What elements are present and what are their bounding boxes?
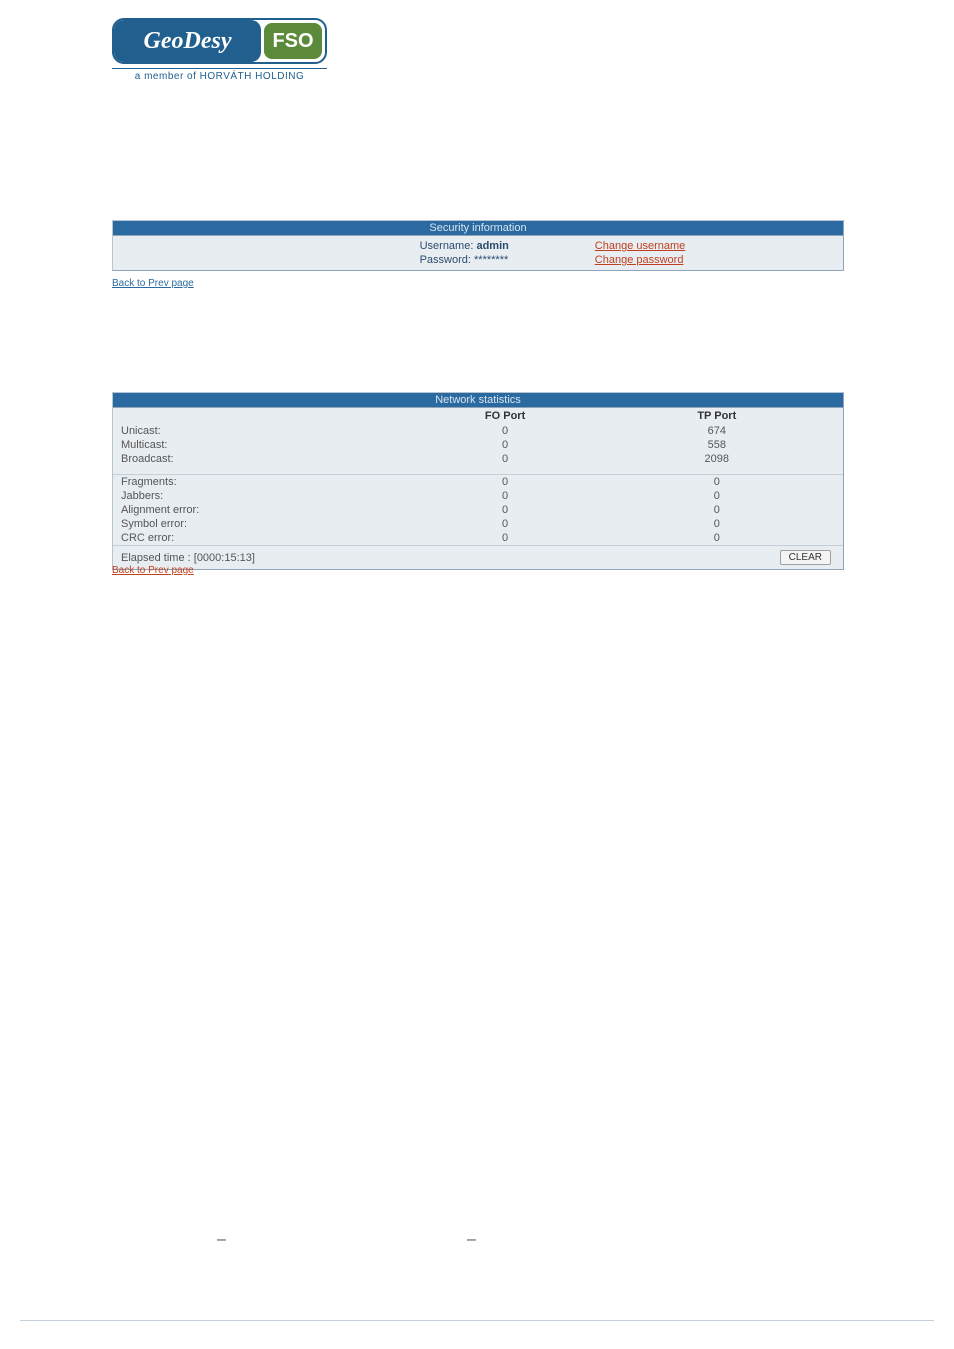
username-label: Username:	[420, 240, 474, 252]
row-label: Broadcast:	[113, 452, 420, 466]
cell-fo: 0	[420, 517, 591, 531]
logo-top: GeoDesy FSO	[112, 18, 327, 64]
password-value: ********	[474, 254, 508, 266]
logo: GeoDesy FSO a member of HORVÁTH HOLDING	[112, 18, 327, 82]
table-row: Broadcast: 0 2098	[113, 452, 843, 466]
table-row: Symbol error: 0 0	[113, 517, 843, 531]
footer-divider	[20, 1320, 934, 1321]
cell-fo: 0	[420, 424, 591, 438]
cell-tp: 2098	[591, 452, 843, 466]
table-row: Jabbers: 0 0	[113, 489, 843, 503]
row-label: CRC error:	[113, 531, 420, 546]
table-row: Alignment error: 0 0	[113, 503, 843, 517]
change-password-link[interactable]: Change password	[595, 253, 843, 267]
row-label: Multicast:	[113, 438, 420, 452]
back-to-prev-link-1[interactable]: Back to Prev page	[112, 278, 194, 289]
cell-fo: 0	[420, 489, 591, 503]
password-label: Password:	[420, 254, 471, 266]
cell-tp: 0	[591, 517, 843, 531]
network-stats-table: FO Port TP Port Unicast: 0 674 Multicast…	[113, 408, 843, 569]
back-to-prev-link-2[interactable]: Back to Prev page	[112, 565, 194, 576]
dash-1: –	[217, 1231, 226, 1249]
logo-main-text: GeoDesy	[114, 20, 261, 62]
cell-tp: 558	[591, 438, 843, 452]
row-label: Unicast:	[113, 424, 420, 438]
change-username-link[interactable]: Change username	[595, 239, 843, 253]
dash-2: –	[467, 1231, 476, 1249]
row-label: Symbol error:	[113, 517, 420, 531]
network-panel: Network statistics FO Port TP Port Unica…	[112, 392, 844, 570]
security-panel-title: Security information	[113, 221, 843, 236]
col-fo-port: FO Port	[420, 408, 591, 424]
cell-tp: 674	[591, 424, 843, 438]
cell-fo: 0	[420, 531, 591, 546]
network-panel-title: Network statistics	[113, 393, 843, 408]
username-value: admin	[476, 240, 508, 252]
cell-fo: 0	[420, 452, 591, 466]
table-row: Multicast: 0 558	[113, 438, 843, 452]
row-label: Fragments:	[113, 475, 420, 490]
clear-button[interactable]: CLEAR	[780, 550, 831, 565]
logo-badge: FSO	[264, 23, 322, 59]
row-label: Jabbers:	[113, 489, 420, 503]
row-label: Alignment error:	[113, 503, 420, 517]
cell-fo: 0	[420, 475, 591, 490]
cell-fo: 0	[420, 503, 591, 517]
table-row: Fragments: 0 0	[113, 475, 843, 490]
cell-tp: 0	[591, 489, 843, 503]
col-tp-port: TP Port	[591, 408, 843, 424]
security-credentials: Username: admin Password: ********	[420, 239, 595, 267]
security-panel: Security information Username: admin Pas…	[112, 220, 844, 271]
cell-fo: 0	[420, 438, 591, 452]
cell-tp: 0	[591, 503, 843, 517]
cell-tp: 0	[591, 531, 843, 546]
table-row: CRC error: 0 0	[113, 531, 843, 546]
cell-tp: 0	[591, 475, 843, 490]
logo-subtitle: a member of HORVÁTH HOLDING	[112, 68, 327, 82]
table-row: Unicast: 0 674	[113, 424, 843, 438]
